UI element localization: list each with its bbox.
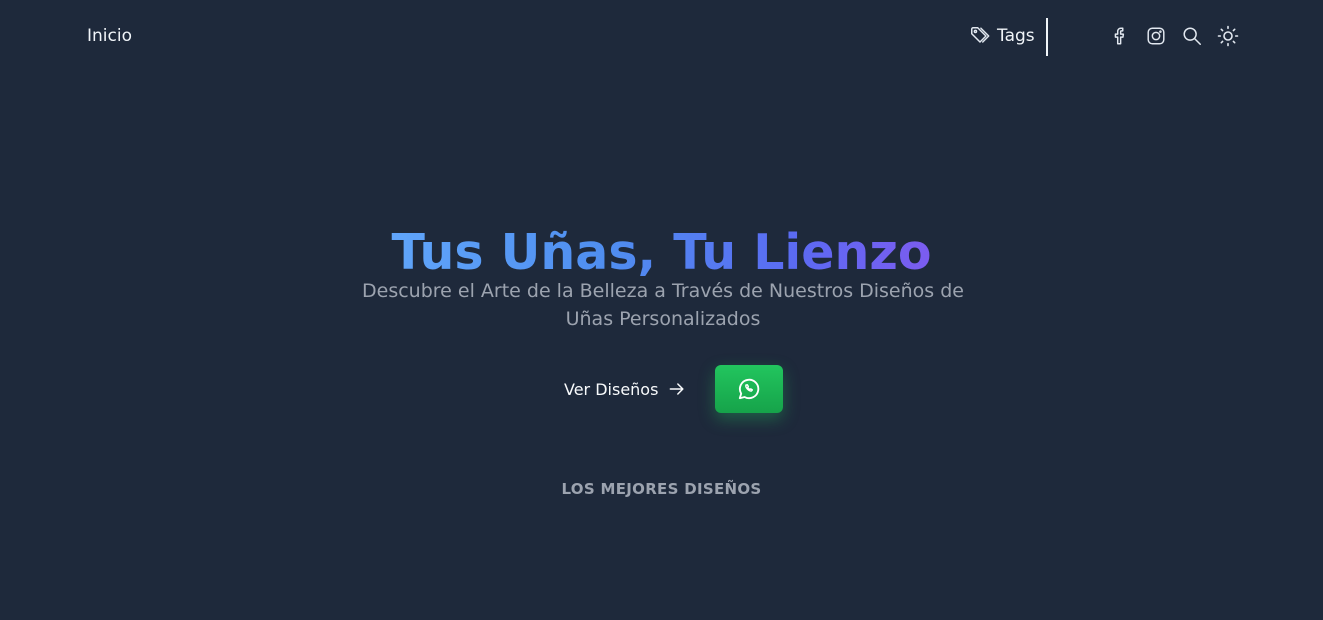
sun-icon[interactable] (1216, 24, 1240, 48)
tags-link[interactable]: Tags (969, 24, 1035, 48)
hero-title-text: Tus Uñas, Tu Lienzo (391, 224, 932, 281)
hero-subtitle: Descubre el Arte de la Belleza a Través … (362, 280, 964, 330)
tag-icon (969, 25, 991, 47)
facebook-icon[interactable] (1108, 24, 1132, 48)
whatsapp-icon (736, 376, 762, 402)
ver-disenos-label: Ver Diseños (564, 379, 659, 399)
section-heading: LOS MEJORES DISEÑOS (561, 480, 762, 498)
site-header: Inicio Tags (0, 0, 1323, 72)
page: Inicio Tags Tus Uñas, Tu Lienzo Descubre… (0, 0, 1323, 620)
hero-title: Tus Uñas, Tu Lienzo (0, 222, 1323, 284)
search-icon[interactable] (1180, 24, 1204, 48)
instagram-icon[interactable] (1144, 24, 1168, 48)
home-link[interactable]: Inicio (87, 24, 132, 48)
nav-divider (1046, 18, 1048, 56)
whatsapp-button[interactable] (715, 365, 783, 413)
tags-label: Tags (997, 26, 1035, 46)
arrow-right-icon (667, 379, 687, 399)
ver-disenos-button[interactable]: Ver Diseños (552, 372, 699, 406)
